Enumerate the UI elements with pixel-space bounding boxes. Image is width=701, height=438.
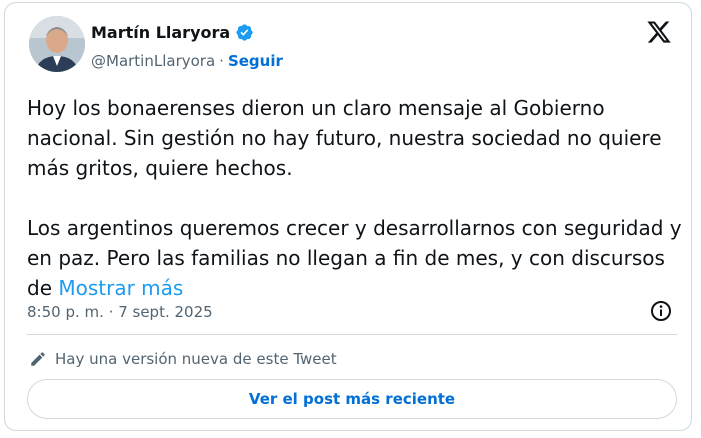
info-icon[interactable]	[649, 299, 673, 323]
author-handle[interactable]: @MartinLlaryora	[91, 52, 215, 70]
divider	[27, 334, 677, 335]
tweet-timestamp[interactable]: 8:50 p. m. · 7 sept. 2025	[27, 303, 213, 321]
edit-notice-text: Hay una versión nueva de este Tweet	[55, 350, 337, 368]
verified-badge-icon	[236, 24, 253, 41]
show-more-link[interactable]: Mostrar más	[58, 276, 183, 300]
view-latest-post-button[interactable]: Ver el post más reciente	[27, 379, 677, 419]
x-logo-icon[interactable]	[645, 19, 673, 45]
follow-button[interactable]: Seguir	[228, 52, 283, 70]
tweet-text: Hoy los bonaerenses dieron un claro mens…	[27, 93, 687, 303]
avatar[interactable]	[29, 16, 85, 72]
avatar-image	[29, 16, 85, 72]
tweet-card: Martín Llaryora @MartinLlaryora · Seguir…	[4, 2, 692, 431]
author-handle-row: @MartinLlaryora · Seguir	[91, 52, 283, 70]
author-name-row: Martín Llaryora	[91, 23, 254, 42]
author-name[interactable]: Martín Llaryora	[91, 23, 230, 42]
edit-notice: Hay una versión nueva de este Tweet	[29, 350, 337, 368]
tweet-body: Hoy los bonaerenses dieron un claro mens…	[27, 96, 682, 300]
pencil-icon	[31, 352, 45, 366]
separator-dot: ·	[219, 52, 224, 70]
